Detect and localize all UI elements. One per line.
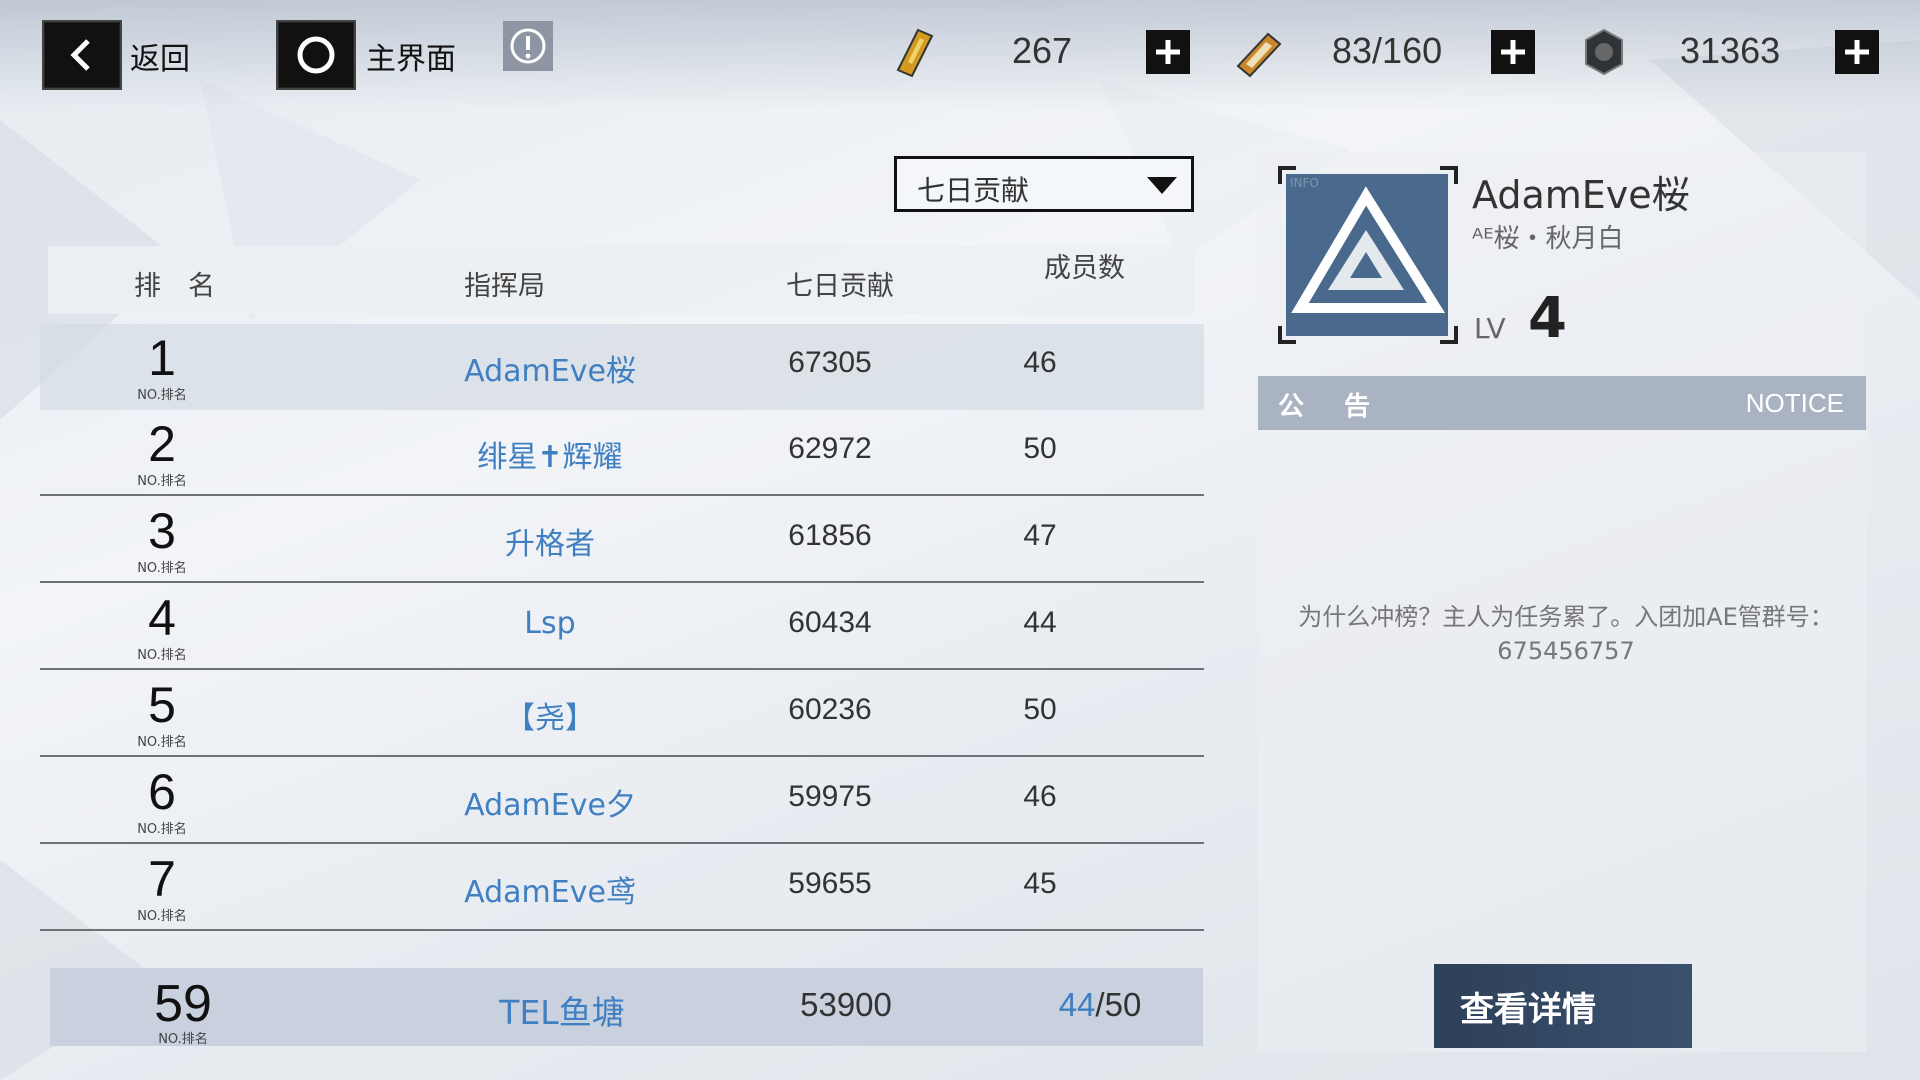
contribution-value: 59655 <box>788 867 872 900</box>
table-row[interactable]: 4 NO.排名 Lsp 60434 44 <box>40 584 1204 670</box>
level-label: LV <box>1474 312 1506 345</box>
exclamation-icon <box>510 28 546 64</box>
header-contribution: 七日贡献 <box>786 271 894 302</box>
contribution-value: 67305 <box>788 346 872 379</box>
rank-number: 2 <box>148 416 176 472</box>
notice-content: 为什么冲榜？主人为任务累了。入团加AE管群号：675456757 <box>1298 603 1834 665</box>
command-name[interactable]: TEL鱼塘 <box>362 986 762 1034</box>
rank-number: 6 <box>148 764 176 820</box>
member-count: 44/50 <box>1040 986 1160 1024</box>
member-current: 44 <box>1058 986 1096 1023</box>
table-row[interactable]: 3 NO.排名 升格者 61856 47 <box>40 497 1204 583</box>
command-name[interactable]: AdamEve桜 <box>350 346 750 390</box>
rank-sub-label: NO.排名 <box>137 822 187 837</box>
home-label[interactable]: 主界面 <box>366 34 456 78</box>
header-rank: 排 名 <box>134 271 215 302</box>
contribution-value: 61856 <box>788 519 872 552</box>
command-name[interactable]: Lsp <box>350 606 750 641</box>
battery-icon <box>1232 26 1284 78</box>
plus-icon <box>1501 40 1525 64</box>
rank-number: 1 <box>148 330 176 386</box>
command-name[interactable]: 升格者 <box>350 519 750 563</box>
info-button[interactable] <box>503 21 553 71</box>
dropdown-selected-label: 七日贡献 <box>917 174 1030 207</box>
own-command-row[interactable]: 59 NO.排名 TEL鱼塘 53900 44/50 <box>50 968 1203 1047</box>
guild-emblem <box>1286 174 1448 336</box>
contribution-value: 53900 <box>800 986 892 1023</box>
rank-sub-label: NO.排名 <box>137 735 187 750</box>
command-name[interactable]: AdamEve鸢 <box>350 867 750 911</box>
circle-icon <box>297 36 335 74</box>
plus-icon <box>1845 40 1869 64</box>
ticket-icon <box>888 26 940 78</box>
contribution-value: 59975 <box>788 780 872 813</box>
member-count: 50 <box>1023 432 1057 465</box>
header-command: 指挥局 <box>464 271 545 302</box>
add-battery-button[interactable] <box>1491 30 1535 74</box>
rank-sub-label: NO.排名 <box>137 648 187 663</box>
header-members: 成员数 <box>1044 253 1125 284</box>
triangle-logo-icon <box>1291 186 1446 313</box>
rank-sub-label: NO.排名 <box>137 388 187 403</box>
member-count: 47 <box>1023 519 1057 552</box>
back-button[interactable] <box>42 20 122 90</box>
table-row[interactable]: 5 NO.排名 【尧】 60236 50 <box>40 671 1204 757</box>
table-row[interactable]: 6 NO.排名 AdamEve夕 59975 46 <box>40 758 1204 844</box>
contribution-value: 62972 <box>788 432 872 465</box>
notice-title: 公告 <box>1278 392 1411 422</box>
add-coin-button[interactable] <box>1835 30 1879 74</box>
rank-number: 4 <box>148 590 176 646</box>
add-ticket-button[interactable] <box>1146 30 1190 74</box>
contribution-value: 60434 <box>788 606 872 639</box>
table-header: 排 名 指挥局 七日贡献 成员数 <box>48 246 1194 314</box>
member-count: 44 <box>1023 606 1057 639</box>
member-count: 46 <box>1023 780 1057 813</box>
resource-value: 83/160 <box>1332 30 1443 71</box>
member-count: 45 <box>1023 867 1057 900</box>
rank-sub-label: NO.排名 <box>158 1032 208 1047</box>
plus-icon <box>1156 40 1180 64</box>
command-name[interactable]: 【尧】 <box>350 693 750 737</box>
level-value: 4 <box>1528 286 1567 351</box>
rank-number: 5 <box>148 677 176 733</box>
rank-number: 3 <box>148 503 176 559</box>
member-count: 50 <box>1023 693 1057 726</box>
rank-sub-label: NO.排名 <box>137 909 187 924</box>
gear-coin-icon <box>1578 26 1630 78</box>
member-count: 46 <box>1023 346 1057 379</box>
view-details-button[interactable]: 查看详情 <box>1434 964 1692 1048</box>
member-max: /50 <box>1095 986 1142 1023</box>
back-label[interactable]: 返回 <box>130 34 190 78</box>
guild-name: AdamEve桜 <box>1472 173 1690 217</box>
rank-number: 7 <box>148 851 176 907</box>
command-name[interactable]: 绯星✝辉耀 <box>350 432 750 476</box>
notice-title-en: NOTICE <box>1745 388 1844 418</box>
notice-header: 公告 NOTICE <box>1258 376 1866 430</box>
table-row[interactable]: 1 NO.排名 AdamEve桜 67305 46 <box>40 324 1204 410</box>
chevron-left-icon <box>70 39 90 71</box>
contribution-value: 60236 <box>788 693 872 726</box>
rank-sub-label: NO.排名 <box>137 561 187 576</box>
emblem-tag: INFO <box>1290 176 1319 190</box>
caret-down-icon <box>1147 177 1177 194</box>
table-row[interactable]: 2 NO.排名 绯星✝辉耀 62972 50 <box>40 410 1204 496</box>
rank-sub-label: NO.排名 <box>137 474 187 489</box>
guild-leader: ᴬᴱ桜・秋月白 <box>1472 224 1624 254</box>
table-row[interactable]: 7 NO.排名 AdamEve鸢 59655 45 <box>40 845 1204 931</box>
rank-number: 59 <box>154 975 212 1033</box>
resource-value: 31363 <box>1680 30 1781 71</box>
ranking-type-dropdown[interactable]: 七日贡献 <box>894 156 1194 212</box>
home-button[interactable] <box>276 20 356 90</box>
command-name[interactable]: AdamEve夕 <box>350 780 750 824</box>
resource-value: 267 <box>1012 30 1073 71</box>
